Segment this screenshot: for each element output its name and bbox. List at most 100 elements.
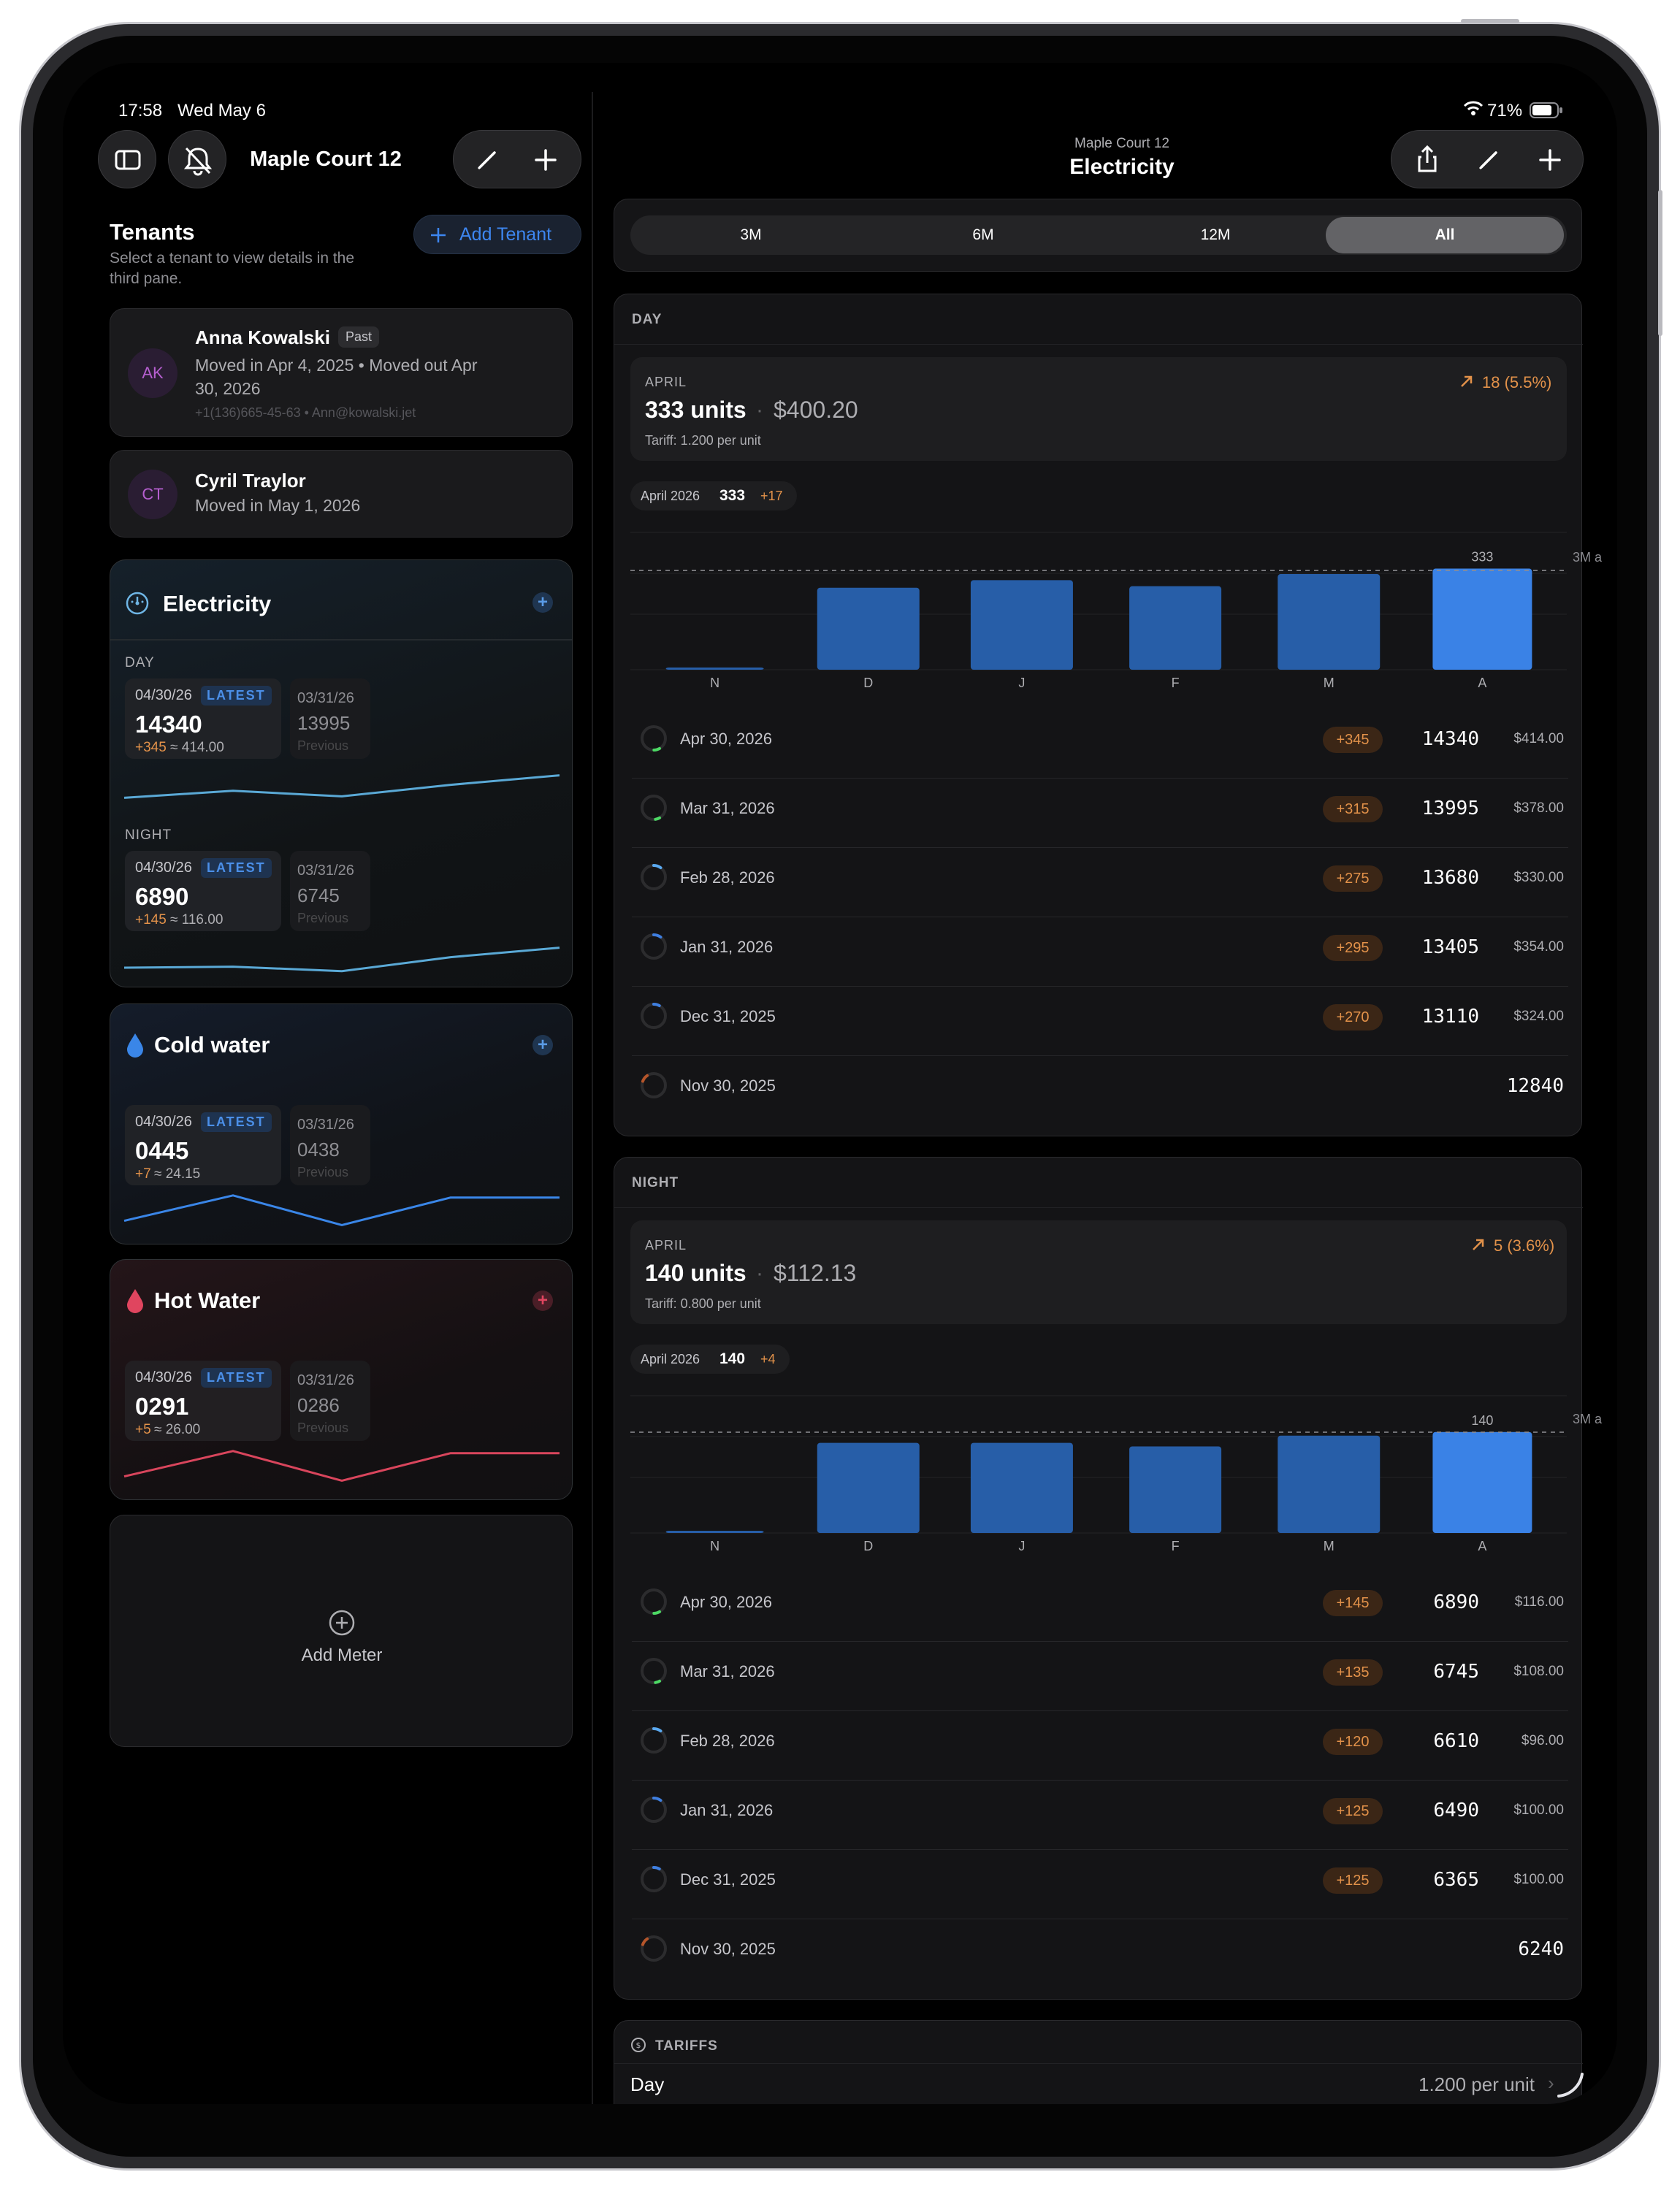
status-time: 17:58 — [118, 101, 163, 121]
reading-row[interactable]: Dec 31, 2025 +125 6365 $100.00 — [614, 1850, 1583, 1919]
side-button — [1658, 190, 1662, 336]
trend-up-icon — [1473, 1239, 1484, 1250]
reading-row[interactable]: Mar 31, 2026 +315 13995 $378.00 — [614, 779, 1583, 848]
reading-row[interactable]: Apr 30, 2026 +145 6890 $116.00 — [614, 1572, 1583, 1642]
past-badge: Past — [338, 326, 380, 348]
reading-row[interactable]: Nov 30, 2025 12840 — [614, 1056, 1583, 1125]
progress-ring-icon — [641, 725, 667, 752]
tariff-icon: $ — [631, 2038, 646, 2052]
latest-value: 6890 — [135, 883, 189, 910]
latest-badge: LATEST — [201, 858, 272, 878]
notifications-mute-button[interactable] — [168, 130, 226, 188]
tenant-contact: +1(136)665-45-63 • Ann@kowalski.jet — [195, 405, 416, 420]
add-tenant-button[interactable]: Add Tenant — [413, 215, 581, 254]
reading-row[interactable]: Dec 31, 2025 +270 13110 $324.00 — [614, 987, 1583, 1056]
range-option-3m[interactable]: 3M — [635, 217, 867, 253]
latest-badge: LATEST — [201, 1112, 272, 1132]
reading-row[interactable]: Nov 30, 2025 6240 — [614, 1919, 1583, 1989]
progress-ring-icon — [641, 1003, 667, 1029]
progress-ring-icon — [641, 795, 667, 821]
add-reading-button[interactable]: + — [532, 1035, 553, 1055]
x-tick-label: M — [1324, 676, 1335, 690]
avatar: CT — [128, 470, 177, 519]
reading-value: 14340 — [1421, 728, 1479, 750]
reading-row[interactable]: Jan 31, 2026 +125 6490 $100.00 — [614, 1781, 1583, 1850]
reading-cost: $330.00 — [1513, 870, 1564, 885]
share-icon — [1418, 145, 1437, 172]
sparkline-path — [123, 947, 560, 973]
share-button[interactable] — [1402, 131, 1453, 189]
latest-delta: +145 — [135, 912, 167, 928]
reading-cost: $96.00 — [1521, 1733, 1564, 1748]
reading-row[interactable]: Mar 31, 2026 +135 6745 $108.00 — [614, 1642, 1583, 1711]
previous-value: 6745 — [297, 884, 340, 906]
meter-title: Cold water — [154, 1032, 270, 1058]
electricity-meter-card[interactable]: Electricity + DAY 04/30/26 LATEST 14340 … — [110, 559, 573, 987]
progress-ring-icon — [641, 1797, 667, 1823]
previous-label: Previous — [297, 738, 349, 753]
previous-label: Previous — [297, 1420, 349, 1435]
reading-cost: $100.00 — [1513, 1802, 1564, 1818]
bar-N — [665, 1531, 764, 1533]
edit-button[interactable] — [1463, 131, 1514, 189]
range-selector-card: 3M 6M 12M All — [614, 199, 1582, 272]
trend-value: 5 (3.6%) — [1494, 1236, 1555, 1255]
section-label: NIGHT — [632, 1175, 679, 1190]
latest-reading-tile: 04/30/26 LATEST 14340 +345 ≈ 414.00 — [125, 678, 281, 759]
tariff-row-day[interactable]: Day 1.200 per unit › — [614, 2065, 1583, 2104]
reading-row[interactable]: Feb 28, 2026 +275 13680 $330.00 — [614, 848, 1583, 917]
range-option-all[interactable]: All — [1326, 217, 1564, 253]
battery-icon — [1530, 102, 1563, 122]
latest-cost: ≈ 26.00 — [154, 1422, 201, 1437]
avatar: AK — [128, 348, 177, 398]
add-reading-button[interactable]: + — [532, 1290, 553, 1311]
range-option-6m[interactable]: 6M — [867, 217, 1099, 253]
reading-row[interactable]: Jan 31, 2026 +295 13405 $354.00 — [614, 917, 1583, 987]
reading-cost: $414.00 — [1513, 731, 1564, 746]
left-actions-group — [453, 130, 581, 188]
progress-ring-icon — [641, 864, 667, 890]
add-meter-card[interactable]: Add Meter — [110, 1515, 573, 1747]
hot-water-meter-card[interactable]: Hot Water + 04/30/26 LATEST 0291 +5 ≈ 26… — [110, 1259, 573, 1500]
reading-date: Nov 30, 2025 — [680, 1077, 776, 1095]
tariff-label: Day — [630, 2073, 665, 2095]
screen: 17:58 Wed May 6 71% Maple Court 12 Tenan… — [63, 63, 1617, 2104]
edit-button[interactable] — [465, 131, 509, 189]
tenant-card-anna[interactable]: AK Anna Kowalski Past Moved in Apr 4, 20… — [110, 308, 573, 437]
reading-value: 6490 — [1433, 1800, 1479, 1821]
detail-title: Electricity — [1069, 155, 1175, 179]
reading-cost: $354.00 — [1513, 939, 1564, 955]
cold-water-meter-card[interactable]: Cold water + 04/30/26 LATEST 0445 +7 ≈ 2… — [110, 1003, 573, 1244]
reading-delta-badge: +120 — [1323, 1729, 1383, 1755]
reading-row[interactable]: Feb 28, 2026 +120 6610 $96.00 — [614, 1711, 1583, 1781]
range-option-12m[interactable]: 12M — [1099, 217, 1332, 253]
previous-value: 13995 — [297, 712, 351, 734]
x-tick-label: D — [863, 676, 873, 690]
previous-value: 0438 — [297, 1139, 340, 1160]
tenant-name: Anna Kowalski — [195, 326, 330, 348]
add-reading-button[interactable]: + — [532, 592, 553, 613]
hot-water-sparkline — [123, 1450, 560, 1482]
latest-value: 14340 — [135, 711, 202, 738]
reading-delta-badge: +135 — [1323, 1659, 1383, 1686]
reading-date: Mar 31, 2026 — [680, 799, 775, 817]
x-tick-label: N — [710, 1539, 719, 1553]
tenant-card-cyril[interactable]: CT Cyril Traylor Moved in May 1, 2026 — [110, 450, 573, 538]
reading-value: 12840 — [1506, 1075, 1564, 1097]
chip-delta: +4 — [760, 1352, 776, 1366]
latest-value: 0445 — [135, 1137, 189, 1164]
night-usage-bar-chart: N D J F M A 140 3M a — [630, 1395, 1603, 1553]
sidebar-toggle-button[interactable] — [98, 130, 156, 188]
bar-J — [970, 1442, 1073, 1533]
sparkline-path — [123, 1450, 560, 1482]
progress-ring-icon — [641, 933, 667, 960]
add-button[interactable] — [1524, 131, 1576, 189]
add-button[interactable] — [524, 131, 568, 189]
divider — [110, 639, 572, 641]
tenants-subtitle-2: third pane. — [110, 270, 183, 287]
bar-data-label: 140 — [1471, 1413, 1493, 1428]
reference-line-label: 3M a — [1573, 550, 1603, 565]
reading-row[interactable]: Apr 30, 2026 +345 14340 $414.00 — [614, 709, 1583, 779]
progress-ring-icon — [641, 1658, 667, 1684]
tenant-name: Cyril Traylor — [195, 470, 306, 492]
